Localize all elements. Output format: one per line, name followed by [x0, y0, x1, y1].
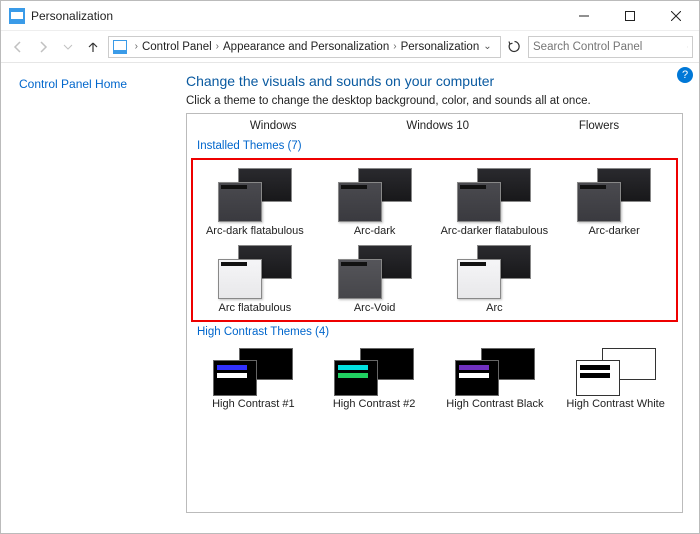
main-content: ? Change the visuals and sounds on your … [176, 63, 699, 533]
theme-item[interactable]: High Contrast Black [437, 344, 554, 410]
page-heading: Change the visuals and sounds on your co… [186, 73, 683, 89]
breadcrumb-dropdown[interactable]: ⌄ [479, 41, 495, 52]
search-box[interactable] [528, 36, 693, 58]
sidebar: Control Panel Home [1, 63, 176, 533]
back-button[interactable] [7, 35, 28, 59]
breadcrumb[interactable]: › Control Panel › Appearance and Persona… [108, 36, 501, 58]
theme-item[interactable]: Arc [437, 241, 553, 316]
up-button[interactable] [82, 35, 103, 59]
page-subtext: Click a theme to change the desktop back… [186, 95, 683, 107]
theme-item[interactable]: Arc-darker flatabulous [437, 164, 553, 239]
theme-thumbnail [457, 168, 531, 222]
titlebar: Personalization [1, 1, 699, 31]
personalization-icon [9, 8, 25, 24]
high-contrast-label: High Contrast Themes (4) [197, 326, 674, 338]
theme-name: Arc-dark flatabulous [206, 225, 304, 237]
theme-name: Arc [486, 302, 503, 314]
theme-thumbnail [338, 168, 412, 222]
themes-panel[interactable]: Windows Windows 10 Flowers Installed The… [186, 113, 683, 513]
theme-item[interactable]: Arc-dark [317, 164, 433, 239]
theme-item[interactable]: Arc-darker [556, 164, 672, 239]
theme-item[interactable]: High Contrast White [557, 344, 674, 410]
theme-item[interactable]: High Contrast #1 [195, 344, 312, 410]
theme-name: High Contrast Black [446, 398, 543, 410]
search-input[interactable] [533, 41, 687, 53]
theme-thumbnail [577, 168, 651, 222]
close-button[interactable] [653, 1, 699, 31]
breadcrumb-item[interactable]: Appearance and Personalization [223, 41, 389, 53]
control-panel-icon [113, 40, 127, 54]
theme-item[interactable]: Arc-dark flatabulous [197, 164, 313, 239]
theme-name: Arc-darker [588, 225, 639, 237]
forward-button[interactable] [32, 35, 53, 59]
theme-thumbnail [218, 168, 292, 222]
search-icon [687, 40, 688, 54]
theme-name: Arc-Void [354, 302, 396, 314]
theme-label[interactable]: Windows 10 [406, 120, 469, 132]
installed-themes-label: Installed Themes (7) [197, 140, 674, 152]
theme-label[interactable]: Windows [250, 120, 297, 132]
theme-thumbnail [218, 245, 292, 299]
theme-thumbnail [334, 348, 414, 396]
theme-thumbnail [338, 245, 412, 299]
theme-name: Arc-darker flatabulous [441, 225, 549, 237]
breadcrumb-item[interactable]: Personalization [401, 41, 480, 53]
help-icon[interactable]: ? [677, 67, 693, 83]
theme-name: High Contrast White [566, 398, 664, 410]
theme-item[interactable]: High Contrast #2 [316, 344, 433, 410]
theme-name: Arc-dark [354, 225, 396, 237]
minimize-button[interactable] [561, 1, 607, 31]
window-title: Personalization [31, 9, 561, 23]
theme-thumbnail [576, 348, 656, 396]
theme-item[interactable]: Arc-Void [317, 241, 433, 316]
maximize-button[interactable] [607, 1, 653, 31]
refresh-button[interactable] [505, 36, 524, 58]
theme-thumbnail [457, 245, 531, 299]
address-bar: › Control Panel › Appearance and Persona… [1, 31, 699, 63]
control-panel-home-link[interactable]: Control Panel Home [19, 77, 127, 91]
theme-name: High Contrast #2 [333, 398, 416, 410]
recent-dropdown[interactable] [57, 35, 78, 59]
highlighted-region: Arc-dark flatabulous Arc-dark Arc-darker f… [191, 158, 678, 322]
theme-label[interactable]: Flowers [579, 120, 619, 132]
theme-name: High Contrast #1 [212, 398, 295, 410]
theme-row-labels: Windows Windows 10 Flowers [195, 118, 674, 136]
theme-thumbnail [455, 348, 535, 396]
theme-thumbnail [213, 348, 293, 396]
theme-item[interactable]: Arc flatabulous [197, 241, 313, 316]
theme-name: Arc flatabulous [218, 302, 291, 314]
breadcrumb-item[interactable]: Control Panel [142, 41, 212, 53]
